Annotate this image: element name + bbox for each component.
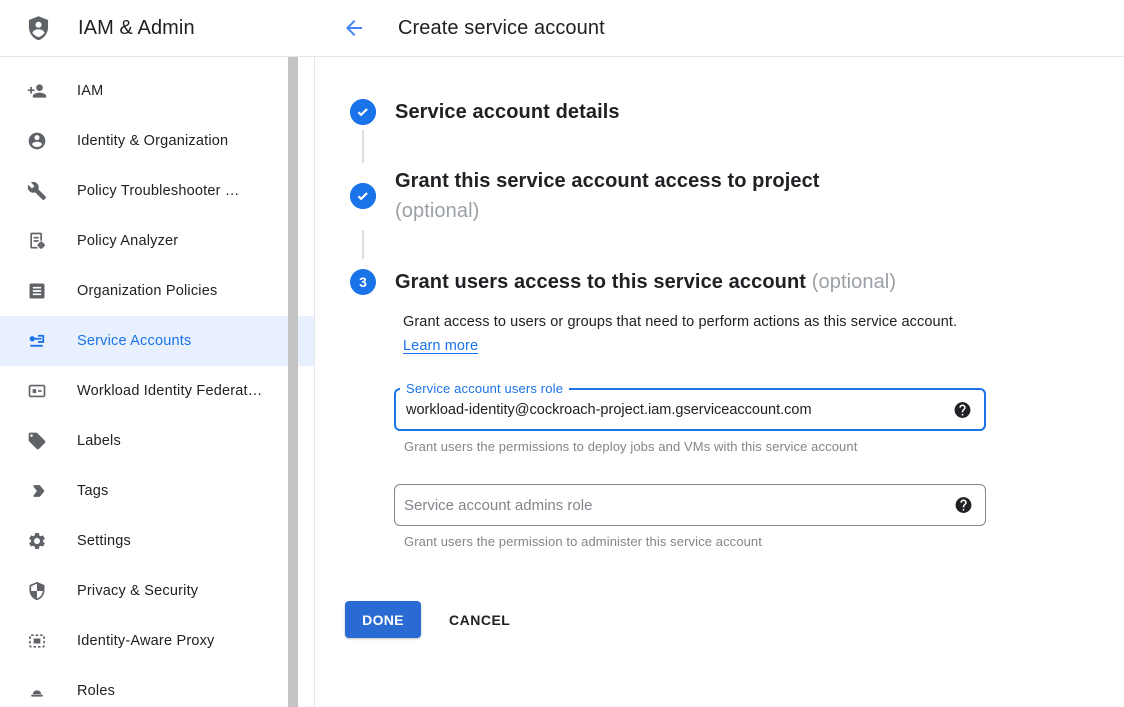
- step-connector: [362, 230, 364, 259]
- users-role-helper-text: Grant users the permissions to deploy jo…: [404, 439, 1124, 454]
- help-icon[interactable]: [953, 400, 972, 419]
- step-3-optional-label: (optional): [812, 271, 896, 293]
- sidebar: IAM Identity & Organization Policy Troub…: [0, 57, 315, 707]
- sidebar-item-label: Service Accounts: [77, 333, 191, 349]
- step-3-number: 3: [359, 274, 367, 290]
- sidebar-item-label: IAM: [77, 83, 103, 99]
- sidebar-item-labels[interactable]: Labels: [0, 416, 314, 466]
- product-title: IAM & Admin: [78, 17, 195, 40]
- sidebar-item-label: Privacy & Security: [77, 583, 198, 599]
- step-3-description: Grant access to users or groups that nee…: [403, 310, 963, 358]
- sidebar-item-label: Workload Identity Federat…: [77, 383, 262, 399]
- sidebar-item-workload-identity-federation[interactable]: Workload Identity Federat…: [0, 366, 314, 416]
- step-3-title: Grant users access to this service accou…: [395, 268, 896, 296]
- document-gear-icon: [27, 231, 47, 251]
- badge-card-icon: [27, 381, 47, 401]
- sidebar-scrollbar[interactable]: [288, 57, 298, 707]
- sidebar-item-label: Identity-Aware Proxy: [77, 633, 215, 649]
- proxy-grid-icon: [27, 631, 47, 651]
- step-2-check-icon: [350, 183, 376, 209]
- wizard-actions: DONE CANCEL: [345, 601, 1124, 638]
- wrench-icon: [27, 181, 47, 201]
- sidebar-item-tags[interactable]: Tags: [0, 466, 314, 516]
- step-3-description-text: Grant access to users or groups that nee…: [403, 314, 957, 330]
- tag-arrow-icon: [27, 481, 47, 501]
- create-service-account-wizard: Service account details Grant this servi…: [315, 57, 1124, 707]
- service-account-admins-role-input[interactable]: [395, 485, 985, 525]
- page-title: Create service account: [398, 17, 605, 40]
- sidebar-item-identity-aware-proxy[interactable]: Identity-Aware Proxy: [0, 616, 314, 666]
- sidebar-item-label: Tags: [77, 483, 108, 499]
- label-tag-icon: [27, 431, 47, 451]
- wizard-step-2: Grant this service account access to pro…: [350, 166, 1124, 226]
- sidebar-item-privacy-security[interactable]: Privacy & Security: [0, 566, 314, 616]
- step-3-title-text: Grant users access to this service accou…: [395, 271, 806, 293]
- learn-more-link[interactable]: Learn more: [403, 338, 478, 354]
- sidebar-item-service-accounts[interactable]: Service Accounts: [0, 316, 314, 366]
- step-3-number-badge: 3: [350, 269, 376, 295]
- iam-shield-icon: [25, 13, 52, 43]
- app-window: IAM & Admin Create service account IAM I…: [0, 0, 1124, 707]
- gear-icon: [27, 531, 47, 551]
- step-connector: [362, 130, 364, 163]
- person-add-icon: [27, 81, 47, 101]
- step-2-optional-label: (optional): [395, 200, 479, 222]
- done-button[interactable]: DONE: [345, 601, 421, 638]
- cancel-button[interactable]: CANCEL: [449, 612, 510, 628]
- sidebar-item-roles[interactable]: Roles: [0, 666, 314, 707]
- shield-half-icon: [27, 581, 47, 601]
- sidebar-item-label: Roles: [77, 683, 115, 699]
- sidebar-item-label: Labels: [77, 433, 121, 449]
- sidebar-item-label: Policy Troubleshooter …: [77, 183, 240, 199]
- wizard-step-3: 3 Grant users access to this service acc…: [350, 268, 1124, 296]
- step-2-title: Grant this service account access to pro…: [395, 166, 820, 226]
- sidebar-item-label: Organization Policies: [77, 283, 217, 299]
- step-1-title: Service account details: [395, 98, 620, 126]
- sidebar-item-iam[interactable]: IAM: [0, 66, 314, 116]
- step-2-title-text: Grant this service account access to pro…: [395, 170, 820, 192]
- sidebar-item-settings[interactable]: Settings: [0, 516, 314, 566]
- main-header: Create service account: [315, 0, 1124, 57]
- help-icon[interactable]: [954, 496, 973, 515]
- sidebar-item-policy-troubleshooter[interactable]: Policy Troubleshooter …: [0, 166, 314, 216]
- sidebar-item-label: Policy Analyzer: [77, 233, 178, 249]
- sidebar-item-policy-analyzer[interactable]: Policy Analyzer: [0, 216, 314, 266]
- hat-icon: [27, 681, 47, 701]
- field-floating-label: Service account users role: [400, 381, 569, 396]
- wizard-step-1: Service account details: [350, 98, 1124, 126]
- article-icon: [27, 281, 47, 301]
- service-account-admins-role-field: [394, 484, 986, 526]
- sidebar-item-organization-policies[interactable]: Organization Policies: [0, 266, 314, 316]
- account-circle-icon: [27, 131, 47, 151]
- service-account-key-icon: [27, 331, 47, 351]
- admins-role-helper-text: Grant users the permission to administer…: [404, 534, 1124, 549]
- service-account-users-role-field: Service account users role: [394, 388, 986, 431]
- step-1-check-icon: [350, 99, 376, 125]
- sidebar-header: IAM & Admin: [0, 0, 315, 57]
- back-arrow-icon[interactable]: [342, 16, 366, 40]
- sidebar-item-label: Settings: [77, 533, 131, 549]
- sidebar-item-identity-organization[interactable]: Identity & Organization: [0, 116, 314, 166]
- sidebar-item-label: Identity & Organization: [77, 133, 228, 149]
